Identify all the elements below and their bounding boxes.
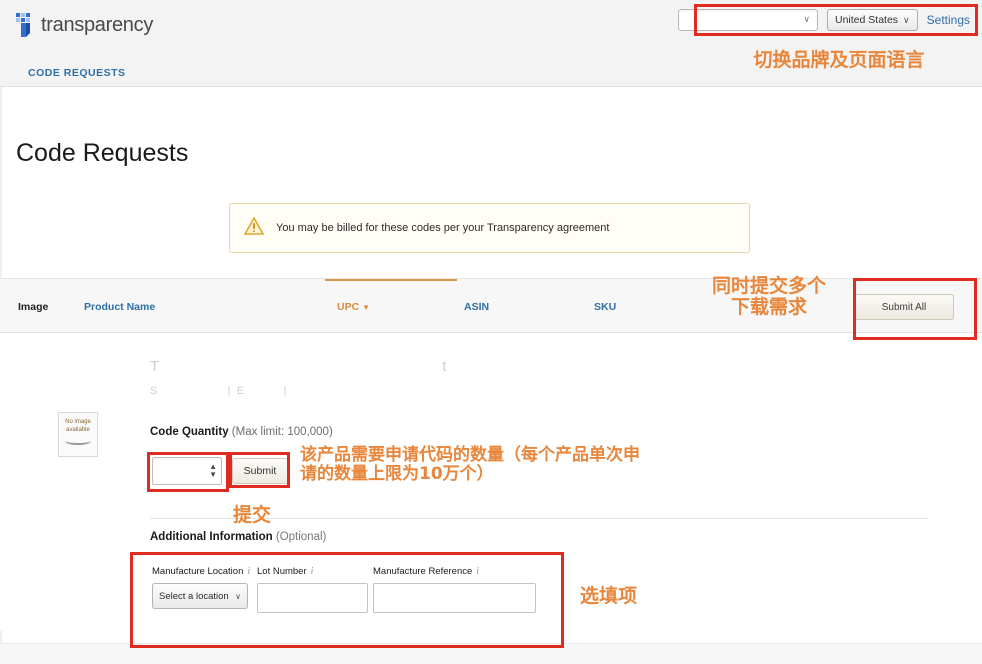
- manufacture-location-select[interactable]: Select a location ∨: [152, 583, 248, 609]
- logo-wordmark: transparency: [41, 13, 154, 36]
- settings-link[interactable]: Settings: [927, 13, 970, 27]
- field-label-manufacture-location: Manufacture Location i: [152, 566, 251, 577]
- manufacture-reference-input[interactable]: [373, 583, 536, 613]
- column-header-sku[interactable]: SKU: [594, 301, 616, 313]
- sort-descending-icon: ▼: [362, 303, 371, 312]
- billing-notice-text: You may be billed for these codes per yo…: [276, 222, 610, 234]
- product-meta-value: S | E |: [150, 385, 287, 397]
- column-header-image: Image: [18, 301, 49, 313]
- product-name-value: T t: [150, 358, 447, 375]
- site-header: transparency CODE REQUESTS ∨ United Stat…: [0, 0, 982, 87]
- code-quantity-input[interactable]: ▲ ▼: [152, 457, 222, 485]
- page-title: Code Requests: [16, 139, 189, 167]
- field-manufacture-location: Manufacture Location i Select a location…: [152, 566, 250, 609]
- chevron-down-icon: ∨: [803, 14, 810, 24]
- chevron-down-icon: ∨: [235, 591, 241, 601]
- logo[interactable]: transparency: [14, 10, 153, 40]
- product-image-placeholder: No image available: [58, 412, 98, 457]
- annotation-text-optional-fields: 选填项: [580, 585, 638, 607]
- page-bottom-band: [0, 644, 982, 664]
- code-quantity-label-text: Code Quantity: [150, 426, 229, 438]
- no-image-line1: No image: [65, 419, 91, 425]
- warning-triangle-icon: [243, 215, 265, 240]
- locale-select-value: United States: [835, 14, 899, 26]
- column-header-product-name[interactable]: Product Name: [84, 301, 155, 313]
- code-quantity-limit-hint: (Max limit: 100,000): [231, 426, 333, 438]
- column-header-asin[interactable]: ASIN: [464, 301, 489, 313]
- lot-number-input[interactable]: [257, 583, 368, 613]
- field-lot-number: Lot Number i: [257, 566, 368, 613]
- field-manufacture-reference: Manufacture Reference i: [373, 566, 536, 613]
- additional-information-label: Additional Information (Optional): [150, 531, 326, 543]
- annotation-text-submit: 提交: [233, 504, 272, 526]
- transparency-logo-icon: [14, 12, 36, 38]
- manufacture-location-value: Select a location: [159, 590, 229, 602]
- field-label-lot-number: Lot Number i: [257, 566, 314, 577]
- amazon-smile-icon: [65, 437, 91, 445]
- code-quantity-label: Code Quantity (Max limit: 100,000): [150, 426, 333, 438]
- field-label-manufacture-reference: Manufacture Reference i: [373, 566, 480, 577]
- active-column-indicator: [325, 279, 457, 281]
- annotation-text-locale: 切换品牌及页面语言: [753, 49, 925, 71]
- info-icon[interactable]: i: [476, 566, 479, 577]
- column-header-upc[interactable]: UPC ▼: [337, 301, 370, 313]
- quantity-stepper[interactable]: ▲ ▼: [209, 463, 217, 479]
- annotation-text-quantity: 该产品需要申请代码的数量（每个产品单次申 请的数量上限为10万个）: [300, 445, 640, 485]
- annotation-text-submit-all: 同时提交多个 下载需求: [711, 275, 826, 319]
- locale-select[interactable]: United States ∨: [827, 9, 918, 31]
- header-tools: ∨ United States ∨ Settings: [678, 9, 970, 31]
- nav-item-code-requests[interactable]: CODE REQUESTS: [28, 67, 126, 79]
- billing-notice: You may be billed for these codes per yo…: [229, 203, 750, 253]
- additional-information-optional: (Optional): [275, 531, 327, 543]
- brand-select[interactable]: ∨: [678, 9, 818, 31]
- chevron-down-icon: ∨: [903, 14, 910, 25]
- submit-all-button[interactable]: Submit All: [854, 294, 954, 320]
- submit-button[interactable]: Submit: [232, 458, 288, 484]
- additional-information-label-text: Additional Information: [150, 531, 273, 543]
- no-image-line2: available: [66, 426, 90, 433]
- stepper-down-icon[interactable]: ▼: [209, 471, 217, 479]
- info-icon[interactable]: i: [311, 566, 314, 577]
- info-icon[interactable]: i: [247, 566, 250, 577]
- brand-block: transparency CODE REQUESTS: [14, 10, 153, 79]
